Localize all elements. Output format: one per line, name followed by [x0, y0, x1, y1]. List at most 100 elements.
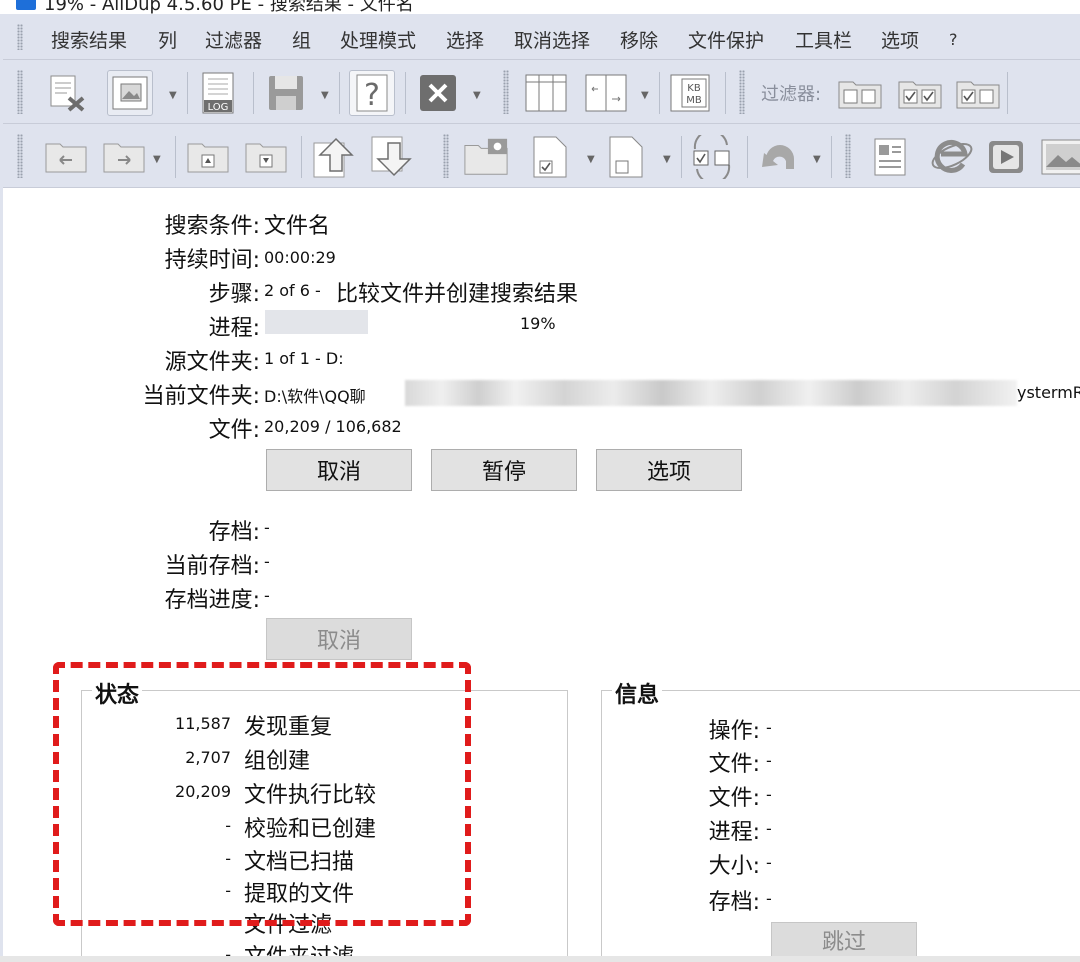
- browser-icon: [931, 139, 973, 173]
- menu-help[interactable]: ?: [949, 30, 958, 49]
- menu-select[interactable]: 选择: [446, 26, 484, 53]
- save-button[interactable]: [263, 70, 309, 116]
- info-file-value: -: [766, 751, 772, 770]
- menu-filters[interactable]: 过滤器: [205, 26, 262, 53]
- skip-button[interactable]: 跳过: [771, 922, 917, 958]
- chevron-down-icon[interactable]: ▼: [321, 90, 329, 101]
- collapse-group-button[interactable]: [243, 134, 289, 180]
- chevron-down-icon[interactable]: ▼: [813, 154, 821, 165]
- menu-groups[interactable]: 组: [292, 26, 311, 53]
- highlight-annotation: [53, 662, 471, 926]
- options-button[interactable]: 选项: [596, 449, 742, 491]
- size-unit-button[interactable]: KB MB: [667, 70, 713, 116]
- mb-text: MB: [686, 95, 702, 106]
- preview-button[interactable]: [107, 70, 153, 116]
- next-folder-button[interactable]: [101, 134, 147, 180]
- archive-label: 存档:: [208, 520, 260, 545]
- info-file2-value: -: [766, 785, 772, 804]
- menubar-grip[interactable]: [17, 24, 23, 50]
- current-folder-label: 当前文件夹:: [142, 384, 260, 409]
- menu-deselect[interactable]: 取消选择: [514, 26, 590, 53]
- toolbar-grip[interactable]: [503, 70, 509, 114]
- folder-collapse-icon: [245, 143, 287, 173]
- image-icon: [1041, 139, 1080, 175]
- info-size-value: -: [766, 853, 772, 872]
- menu-process-mode[interactable]: 处理模式: [340, 26, 416, 53]
- menu-options[interactable]: 选项: [881, 26, 919, 53]
- previous-folder-button[interactable]: [43, 134, 89, 180]
- archive-cancel-button[interactable]: 取消: [266, 618, 412, 660]
- column-width-button[interactable]: [583, 70, 629, 116]
- file-uncheck-icon: [609, 136, 643, 178]
- filter-partial-button[interactable]: [955, 70, 1001, 116]
- text-document-icon: [874, 138, 906, 176]
- chevron-down-icon[interactable]: ▼: [169, 90, 177, 101]
- step-value: 2 of 6 -: [264, 281, 321, 300]
- toolbar-separator: [831, 136, 832, 178]
- filter-checked-button[interactable]: [897, 70, 943, 116]
- help-button[interactable]: ?: [349, 70, 395, 116]
- chevron-down-icon[interactable]: ▼: [587, 154, 595, 165]
- menu-search-results[interactable]: 搜索结果: [51, 26, 127, 53]
- toolbar-secondary: ▼ ▼ ▼ ▼: [3, 124, 1080, 188]
- toolbar-separator: [339, 72, 340, 114]
- toolbar-grip[interactable]: [17, 70, 23, 114]
- toolbar-grip[interactable]: [845, 134, 851, 178]
- text-preview-button[interactable]: [867, 134, 913, 180]
- chevron-down-icon[interactable]: ▼: [153, 154, 161, 165]
- archive-value: -: [264, 518, 270, 537]
- chevron-down-icon[interactable]: ▼: [473, 90, 481, 101]
- cancel-button[interactable]: 取消: [266, 449, 412, 491]
- arrow-down-icon: [371, 136, 412, 177]
- filter-none-button[interactable]: [837, 70, 883, 116]
- menu-toolbar[interactable]: 工具栏: [795, 26, 852, 53]
- log-button[interactable]: LOG: [195, 70, 241, 116]
- select-file-button[interactable]: [527, 134, 573, 180]
- menu-remove[interactable]: 移除: [620, 26, 658, 53]
- toolbar-grip[interactable]: [443, 134, 449, 178]
- floppy-disk-icon: [269, 76, 303, 110]
- info-group-title: 信息: [612, 677, 663, 709]
- help-text: ?: [364, 78, 380, 113]
- invert-selection-icon: [693, 135, 731, 179]
- info-file-label: 文件:: [708, 752, 760, 777]
- undo-button[interactable]: [755, 134, 801, 180]
- media-preview-button[interactable]: [983, 134, 1029, 180]
- chevron-down-icon[interactable]: ▼: [641, 90, 649, 101]
- toolbar-grip[interactable]: [739, 70, 745, 114]
- menu-columns[interactable]: 列: [158, 26, 177, 53]
- web-preview-button[interactable]: [929, 134, 975, 180]
- close-results-button[interactable]: [415, 70, 461, 116]
- invert-selection-button[interactable]: [689, 134, 735, 180]
- expand-group-button[interactable]: [185, 134, 231, 180]
- pause-button[interactable]: 暂停: [431, 449, 577, 491]
- folder-back-icon: [45, 143, 87, 173]
- toolbar-grip[interactable]: [17, 134, 23, 178]
- progress-bar: [265, 310, 368, 334]
- toolbar-separator: [301, 136, 302, 178]
- columns-button[interactable]: [523, 70, 569, 116]
- window-title: 19% - AllDup 4.5.60 PE - 搜索结果 - 文件名: [44, 0, 414, 14]
- image-preview-button[interactable]: [1039, 134, 1080, 180]
- arrow-up-icon: [313, 137, 354, 178]
- move-up-button[interactable]: [311, 134, 357, 180]
- help-question-icon: ?: [356, 74, 388, 113]
- folder-settings-button[interactable]: [463, 134, 509, 180]
- toolbar-separator: [175, 136, 176, 178]
- toolbar-separator: [253, 72, 254, 114]
- current-archive-value: -: [264, 552, 270, 571]
- archive-progress-label: 存档进度:: [164, 588, 260, 613]
- deselect-file-button[interactable]: [603, 134, 649, 180]
- document-delete-icon: [50, 75, 85, 112]
- progress-label: 进程:: [208, 316, 260, 341]
- chevron-down-icon[interactable]: ▼: [663, 154, 671, 165]
- filter-folder-empty-icon: [838, 81, 882, 109]
- menu-bar: 搜索结果 列 过滤器 组 处理模式 选择 取消选择 移除 文件保护 工具栏 选项…: [3, 14, 1080, 60]
- toolbar-separator: [659, 72, 660, 114]
- delete-list-button[interactable]: [43, 70, 89, 116]
- column-width-icon: [585, 74, 627, 112]
- move-down-button[interactable]: [369, 134, 415, 180]
- menu-file-protection[interactable]: 文件保护: [688, 26, 764, 53]
- duration-value: 00:00:29: [264, 248, 336, 267]
- progress-percent: 19%: [520, 314, 556, 333]
